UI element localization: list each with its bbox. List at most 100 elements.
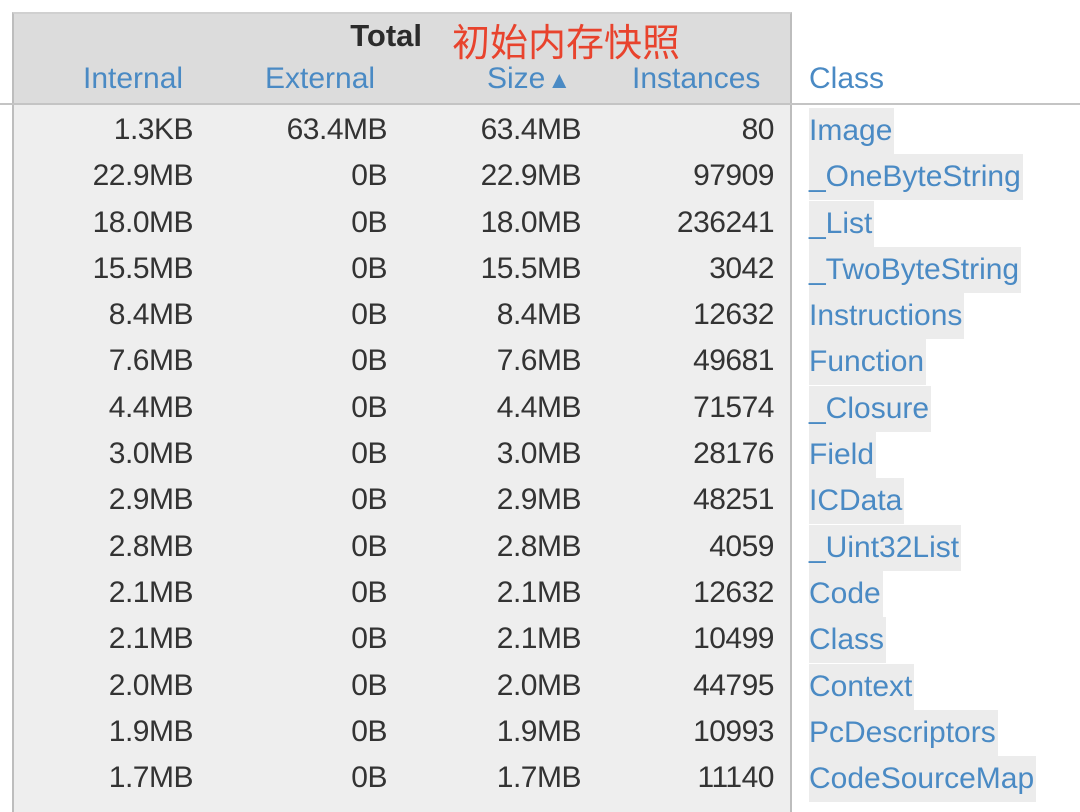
size-cell: 2.1MB bbox=[496, 575, 582, 609]
class-link[interactable]: _TwoByteString bbox=[809, 246, 1022, 293]
table-row[interactable]: 1.9MB 0B 1.9MB 10993 PcDescriptors bbox=[0, 709, 1080, 756]
internal-cell: 2.0MB bbox=[108, 668, 194, 702]
size-cell: 1.7MB bbox=[496, 761, 582, 795]
instances-cell: 3042 bbox=[709, 251, 774, 285]
instances-cell: 80 bbox=[741, 113, 775, 146]
external-cell: 0B bbox=[351, 668, 387, 702]
instances-cell: 97909 bbox=[693, 159, 774, 193]
size-cell: 2.1MB bbox=[496, 622, 582, 656]
internal-cell: 7.6MB bbox=[108, 344, 194, 378]
column-header-internal[interactable]: Internal bbox=[83, 62, 183, 96]
class-link[interactable]: PcDescriptors bbox=[809, 709, 998, 756]
class-link[interactable]: Instructions bbox=[809, 293, 965, 340]
table-row[interactable]: 8.4MB 0B 8.4MB 12632 Instructions bbox=[0, 293, 1080, 340]
size-cell: 15.5MB bbox=[480, 251, 582, 285]
class-link[interactable]: _Uint32List bbox=[809, 524, 962, 571]
column-header-external[interactable]: External bbox=[265, 62, 375, 96]
internal-cell: 1.7MB bbox=[108, 761, 194, 795]
table-row[interactable]: 1.3KB 63.4MB 63.4MB 80 Image bbox=[0, 108, 1080, 154]
external-cell: 0B bbox=[351, 529, 387, 563]
class-link[interactable]: Class bbox=[809, 617, 887, 664]
table-row[interactable]: 4.4MB 0B 4.4MB 71574 _Closure bbox=[0, 385, 1080, 432]
size-cell: 2.0MB bbox=[496, 668, 582, 702]
class-link[interactable]: _OneByteString bbox=[809, 154, 1023, 201]
class-link[interactable]: _Closure bbox=[809, 385, 932, 432]
internal-cell: 1.9MB bbox=[108, 714, 194, 748]
internal-cell: 18.0MB bbox=[92, 205, 194, 239]
size-cell: 7.6MB bbox=[496, 344, 582, 378]
instances-cell: 28176 bbox=[693, 437, 774, 471]
class-link[interactable]: ICData bbox=[809, 478, 905, 525]
column-header-size-label: Size bbox=[487, 62, 546, 95]
column-header-instances[interactable]: Instances bbox=[632, 62, 760, 96]
instances-cell: 10499 bbox=[693, 622, 774, 656]
internal-cell: 2.8MB bbox=[108, 529, 194, 563]
table-row[interactable]: 15.5MB 0B 15.5MB 3042 _TwoByteString bbox=[0, 246, 1080, 293]
size-cell: 2.9MB bbox=[496, 483, 582, 517]
column-header-class[interactable]: Class bbox=[809, 62, 884, 96]
class-link[interactable]: Field bbox=[809, 432, 877, 479]
internal-cell: 2.9MB bbox=[108, 483, 194, 517]
instances-cell: 4059 bbox=[709, 529, 774, 563]
size-cell: 18.0MB bbox=[480, 205, 582, 239]
instances-cell: 48251 bbox=[693, 483, 774, 517]
size-cell: 4.4MB bbox=[496, 390, 582, 424]
instances-cell: 10993 bbox=[693, 714, 774, 748]
table-row[interactable]: 2.1MB 0B 2.1MB 10499 Class bbox=[0, 617, 1080, 664]
internal-cell: 3.0MB bbox=[108, 437, 194, 471]
class-link[interactable]: Context bbox=[809, 663, 915, 710]
external-cell: 0B bbox=[351, 483, 387, 517]
table-row[interactable]: 18.0MB 0B 18.0MB 236241 _List bbox=[0, 200, 1080, 247]
external-cell: 0B bbox=[351, 437, 387, 471]
external-cell: 0B bbox=[351, 622, 387, 656]
class-link[interactable]: _List bbox=[809, 200, 875, 247]
column-header-size[interactable]: Size▲ bbox=[487, 62, 571, 96]
internal-cell: 15.5MB bbox=[92, 251, 194, 285]
instances-cell: 49681 bbox=[693, 344, 774, 378]
instances-cell: 11140 bbox=[697, 761, 775, 795]
internal-cell: 2.1MB bbox=[108, 622, 194, 656]
internal-cell: 2.1MB bbox=[108, 575, 194, 609]
external-cell: 63.4MB bbox=[286, 113, 388, 146]
internal-cell: 8.4MB bbox=[108, 298, 194, 332]
table-row[interactable]: 2.0MB 0B 2.0MB 44795 Context bbox=[0, 663, 1080, 710]
internal-cell: 22.9MB bbox=[92, 159, 194, 193]
table-row[interactable]: 3.0MB 0B 3.0MB 28176 Field bbox=[0, 432, 1080, 479]
instances-cell: 44795 bbox=[693, 668, 774, 702]
table-row[interactable]: 22.9MB 0B 22.9MB 97909 _OneByteString bbox=[0, 154, 1080, 201]
external-cell: 0B bbox=[351, 761, 387, 795]
header-divider bbox=[0, 103, 1080, 105]
class-link[interactable]: CodeSourceMap bbox=[809, 756, 1037, 803]
table-row[interactable]: 2.8MB 0B 2.8MB 4059 _Uint32List bbox=[0, 524, 1080, 571]
external-cell: 0B bbox=[351, 390, 387, 424]
instances-cell: 71574 bbox=[693, 390, 774, 424]
class-link[interactable]: Image bbox=[809, 108, 895, 154]
table-group-header: Total 初始内存快照 bbox=[0, 12, 780, 65]
class-link[interactable]: Function bbox=[809, 339, 927, 386]
external-cell: 0B bbox=[351, 251, 387, 285]
internal-cell: 1.3KB bbox=[113, 113, 194, 146]
instances-cell: 236241 bbox=[676, 205, 775, 239]
snapshot-annotation: 初始内存快照 bbox=[452, 21, 681, 65]
class-table-body: 1.3KB 63.4MB 63.4MB 80 Image 22.9MB 0B 22.9MB 97… bbox=[0, 108, 1080, 803]
size-cell: 22.9MB bbox=[480, 159, 582, 193]
sort-ascending-icon: ▲ bbox=[547, 67, 572, 94]
size-cell: 1.9MB bbox=[496, 714, 582, 748]
table-row[interactable]: 2.9MB 0B 2.9MB 48251 ICData bbox=[0, 478, 1080, 525]
external-cell: 0B bbox=[351, 344, 387, 378]
size-cell: 3.0MB bbox=[496, 437, 582, 471]
external-cell: 0B bbox=[351, 714, 387, 748]
table-row[interactable]: 2.1MB 0B 2.1MB 12632 Code bbox=[0, 570, 1080, 617]
table-row[interactable]: 1.7MB 0B 1.7MB 11140 CodeSourceMap bbox=[0, 756, 1080, 803]
instances-cell: 12632 bbox=[693, 298, 774, 332]
external-cell: 0B bbox=[351, 298, 387, 332]
total-group-title: Total bbox=[350, 18, 422, 53]
external-cell: 0B bbox=[351, 575, 387, 609]
external-cell: 0B bbox=[351, 205, 387, 239]
table-row[interactable]: 7.6MB 0B 7.6MB 49681 Function bbox=[0, 339, 1080, 386]
external-cell: 0B bbox=[351, 159, 387, 193]
internal-cell: 4.4MB bbox=[108, 390, 194, 424]
size-cell: 2.8MB bbox=[496, 529, 582, 563]
class-link[interactable]: Code bbox=[809, 570, 883, 617]
size-cell: 8.4MB bbox=[496, 298, 582, 332]
